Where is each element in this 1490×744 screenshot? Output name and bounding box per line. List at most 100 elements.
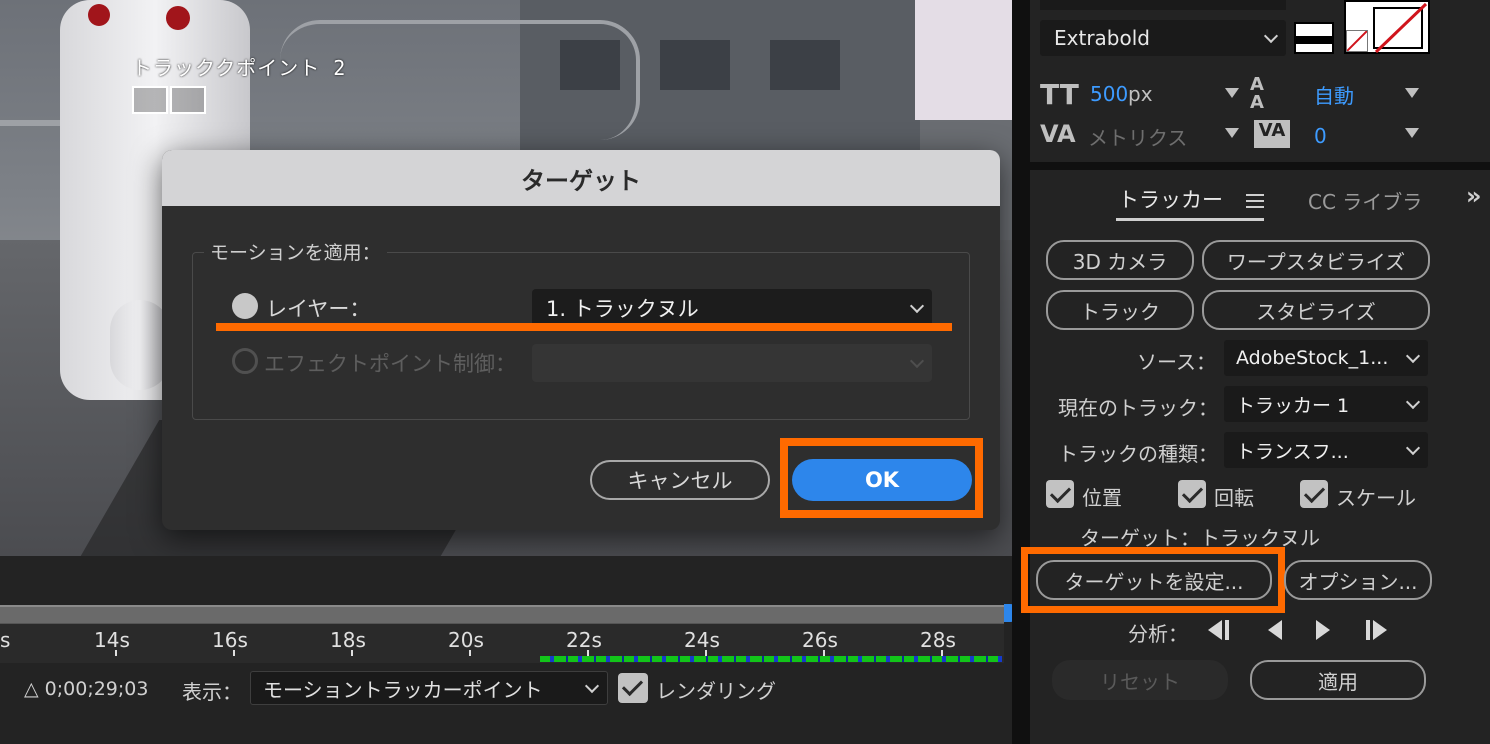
cancel-button[interactable]: キャンセル [590, 460, 770, 500]
rotation-label: 回転 [1214, 486, 1254, 510]
ruler-tick-label: 16s [212, 628, 248, 652]
layer-radio-label: レイヤー： [266, 297, 371, 321]
suit-red-dot [88, 4, 110, 26]
panel-separator [1030, 162, 1490, 170]
leading-dropdown-icon[interactable] [1405, 88, 1419, 98]
layer-select[interactable]: 1. トラックヌル [532, 289, 932, 327]
kerning-icon: VA [1040, 120, 1076, 148]
font-size-value[interactable]: 500 [1090, 82, 1128, 106]
ruler-tick-label: 28s [920, 628, 956, 652]
no-fill-swatch[interactable] [1346, 30, 1368, 52]
scale-checkbox[interactable] [1300, 480, 1328, 508]
chevron-down-icon [909, 298, 925, 314]
font-style-value: Extrabold [1054, 26, 1150, 50]
tracking-icon: VA [1254, 120, 1290, 148]
suit-red-dot [166, 6, 190, 30]
effect-point-radio[interactable] [232, 348, 258, 374]
building-window [660, 40, 730, 90]
apply-button[interactable]: 適用 [1250, 660, 1426, 700]
chevron-down-icon [1263, 28, 1279, 44]
ruler-tick-label: 14s [94, 628, 130, 652]
ruler-tick-mark [233, 650, 235, 656]
font-size-icon: TT [1040, 78, 1079, 111]
current-track-label: 現在のトラック： [1058, 396, 1218, 420]
track-point-feature-box[interactable] [132, 86, 168, 114]
reset-button[interactable]: リセット [1052, 660, 1228, 700]
track-point-label: トラッククポイント 2 [132, 56, 347, 80]
no-color-icon [1346, 30, 1368, 52]
ok-highlight-box [780, 438, 983, 518]
show-select[interactable]: モーショントラッカーポイント [250, 671, 608, 705]
set-target-highlight-box [1021, 547, 1285, 613]
track-point-search-box[interactable] [170, 86, 206, 114]
current-track-select[interactable]: トラッカー 1 [1224, 386, 1428, 422]
font-size-unit: px [1128, 82, 1153, 106]
more-panels-icon[interactable]: » [1466, 182, 1482, 210]
position-checkbox[interactable] [1046, 480, 1074, 508]
effect-point-label: エフェクトポイント制御： [264, 352, 516, 376]
chevron-down-icon [1405, 348, 1421, 364]
highlight-underline [216, 323, 952, 331]
person-leg [110, 300, 170, 390]
tab-tracker[interactable]: トラッカー [1118, 184, 1223, 214]
chevron-down-icon [1405, 394, 1421, 410]
active-tab-indicator [1116, 218, 1264, 221]
ruler-tick-label: 24s [684, 628, 720, 652]
current-track-value: トラッカー 1 [1236, 394, 1350, 417]
tracking-value[interactable]: 0 [1314, 124, 1327, 148]
fill-color-swatch[interactable] [1294, 22, 1334, 38]
apply-motion-label: モーションを適用： [204, 238, 387, 265]
work-area-bar[interactable] [0, 605, 1004, 623]
rotation-checkbox[interactable] [1178, 480, 1206, 508]
layer-radio[interactable] [232, 293, 258, 319]
chevron-down-icon [584, 678, 600, 694]
stabilize-button[interactable]: スタビライズ [1202, 290, 1430, 330]
ruler-tick-mark [469, 650, 471, 656]
source-value: AdobeStock_1... [1236, 347, 1389, 369]
analyze-label: 分析： [1128, 622, 1188, 646]
leading-icon: AA [1250, 74, 1264, 113]
font-style-select[interactable]: Extrabold [1040, 20, 1286, 56]
track-type-select[interactable]: トランスフ... [1224, 432, 1428, 468]
source-select[interactable]: AdobeStock_1... [1224, 340, 1428, 376]
analyze-forward-all-icon[interactable] [1366, 620, 1387, 640]
3d-camera-button[interactable]: 3D カメラ [1046, 240, 1194, 280]
panel-menu-icon[interactable] [1246, 194, 1264, 196]
dialog-title: ターゲット [162, 150, 1000, 206]
track-type-label: トラックの種類： [1058, 442, 1218, 466]
tracking-dropdown-icon[interactable] [1405, 128, 1419, 138]
analyze-forward-frame-icon[interactable] [1316, 620, 1330, 640]
render-checkbox[interactable] [618, 673, 648, 703]
chevron-down-icon [1405, 440, 1421, 456]
tracked-frames-bar [540, 656, 1002, 662]
tab-cc-libraries[interactable]: CC ライブラ [1308, 186, 1420, 215]
analyze-controls [1208, 620, 1387, 640]
scale-label: スケール [1336, 486, 1416, 510]
analyze-back-frame-icon[interactable] [1268, 620, 1282, 640]
apply-motion-group [192, 252, 970, 420]
warp-stabilize-button[interactable]: ワープスタビライズ [1202, 240, 1430, 280]
show-label: 表示： [182, 680, 242, 704]
track-type-value: トランスフ... [1236, 440, 1349, 463]
ruler-tick-mark [115, 650, 117, 656]
source-label: ソース： [1137, 350, 1216, 374]
ruler-tick-label: 20s [448, 628, 484, 652]
building-window [770, 40, 840, 90]
position-label: 位置 [1082, 486, 1122, 510]
layer-select-value: 1. トラックヌル [546, 297, 699, 321]
sky [915, 0, 1012, 120]
leading-value[interactable]: 自動 [1314, 80, 1354, 109]
font-size-dropdown-icon[interactable] [1225, 88, 1239, 98]
panel-divider[interactable] [1012, 0, 1030, 744]
stroke-color-swatch[interactable] [1294, 38, 1334, 54]
analyze-back-all-icon[interactable] [1208, 620, 1229, 640]
effect-point-select [532, 344, 932, 382]
chevron-down-icon [909, 353, 925, 369]
font-family-select[interactable] [1040, 0, 1286, 10]
render-label: レンダリング [656, 679, 776, 703]
kerning-value[interactable]: メトリクス [1088, 122, 1187, 151]
kerning-dropdown-icon[interactable] [1225, 128, 1239, 138]
timecode-display: △ 0;00;29;03 [24, 678, 149, 700]
track-button[interactable]: トラック [1046, 290, 1194, 330]
options-button[interactable]: オプション... [1284, 560, 1432, 600]
